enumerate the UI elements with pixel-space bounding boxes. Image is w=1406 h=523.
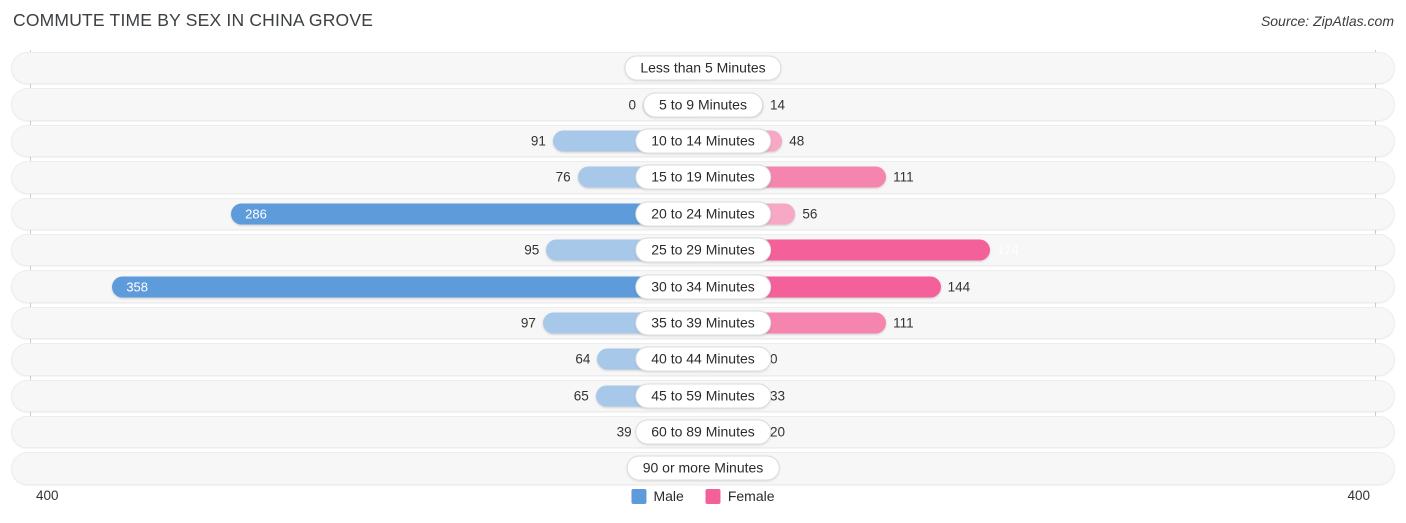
legend-label: Female: [727, 488, 775, 504]
axis-label-left: 400: [36, 488, 59, 503]
chart-row: 0090 or more Minutes: [0, 450, 1406, 486]
category-label: 90 or more Minutes: [626, 455, 780, 481]
chart-row: 97 111 35 to 39 Minutes: [0, 305, 1406, 341]
legend-label: Male: [653, 488, 684, 504]
value-label-female: 144: [947, 279, 971, 295]
category-label: 5 to 9 Minutes: [643, 92, 763, 118]
bar-male[interactable]: [112, 276, 703, 298]
page-title: COMMUTE TIME BY SEX IN CHINA GROVE: [13, 10, 374, 30]
category-label: 40 to 44 Minutes: [635, 346, 771, 372]
value-label-female: 33: [770, 388, 786, 404]
chart-row: 0 14 5 to 9 Minutes: [0, 86, 1406, 122]
category-label: 30 to 34 Minutes: [635, 274, 771, 300]
chart-legend: Male Female: [631, 488, 775, 504]
value-label-female: 111: [893, 315, 914, 331]
category-label: 25 to 29 Minutes: [635, 237, 771, 263]
value-label-male: 64: [575, 351, 591, 367]
value-label-male: 91: [530, 133, 546, 149]
chart-row: 64 0 40 to 44 Minutes: [0, 341, 1406, 377]
value-label-male: 0: [628, 97, 636, 113]
value-label-male: 39: [616, 424, 632, 440]
legend-item[interactable]: Female: [705, 488, 775, 504]
chart-row: 39 20 60 to 89 Minutes: [0, 414, 1406, 450]
chart-row: 286 56 20 to 24 Minutes: [0, 196, 1406, 232]
legend-swatch-icon: [705, 488, 721, 504]
legend-swatch-icon: [631, 488, 647, 504]
axis-label-right: 400: [1347, 488, 1370, 503]
chart-row: 76 111 15 to 19 Minutes: [0, 159, 1406, 195]
value-label-female: 14: [770, 97, 786, 113]
diverging-bar-chart: 00Less than 5 Minutes 0 14 5 to 9 Minutes 91…: [0, 50, 1406, 485]
source-attribution: Source: ZipAtlas.com: [1260, 13, 1394, 29]
value-label-female: 0: [770, 351, 778, 367]
value-label-male: 97: [520, 315, 536, 331]
value-label-male: 76: [555, 169, 571, 185]
category-label: 60 to 89 Minutes: [635, 419, 771, 445]
category-label: 15 to 19 Minutes: [635, 164, 771, 190]
legend-item[interactable]: Male: [631, 488, 684, 504]
category-label: 10 to 14 Minutes: [635, 128, 771, 154]
category-label: 35 to 39 Minutes: [635, 310, 771, 336]
category-label: Less than 5 Minutes: [624, 55, 782, 81]
chart-row: 91 48 10 to 14 Minutes: [0, 123, 1406, 159]
chart-footer: 400 400 Male Female: [0, 484, 1406, 514]
value-label-male: 358: [126, 279, 149, 295]
chart-row: 00Less than 5 Minutes: [0, 50, 1406, 86]
chart-row: 65 33 45 to 59 Minutes: [0, 378, 1406, 414]
chart-rows: 00Less than 5 Minutes 0 14 5 to 9 Minutes 91…: [0, 50, 1406, 487]
value-label-male: 286: [245, 206, 267, 222]
value-label-female: 48: [789, 133, 805, 149]
value-label-female: 174: [997, 242, 1019, 258]
category-label: 45 to 59 Minutes: [635, 383, 771, 409]
value-label-male: 65: [573, 388, 589, 404]
category-label: 20 to 24 Minutes: [635, 201, 771, 227]
bar-male[interactable]: [231, 203, 703, 225]
value-label-male: 95: [524, 242, 540, 258]
value-label-female: 111: [893, 169, 914, 185]
chart-row: 95 174 25 to 29 Minutes: [0, 232, 1406, 268]
chart-page: COMMUTE TIME BY SEX IN CHINA GROVE Sourc…: [0, 0, 1406, 523]
chart-row: 358 144 30 to 34 Minutes: [0, 268, 1406, 304]
value-label-female: 20: [770, 424, 786, 440]
value-label-female: 56: [802, 206, 818, 222]
